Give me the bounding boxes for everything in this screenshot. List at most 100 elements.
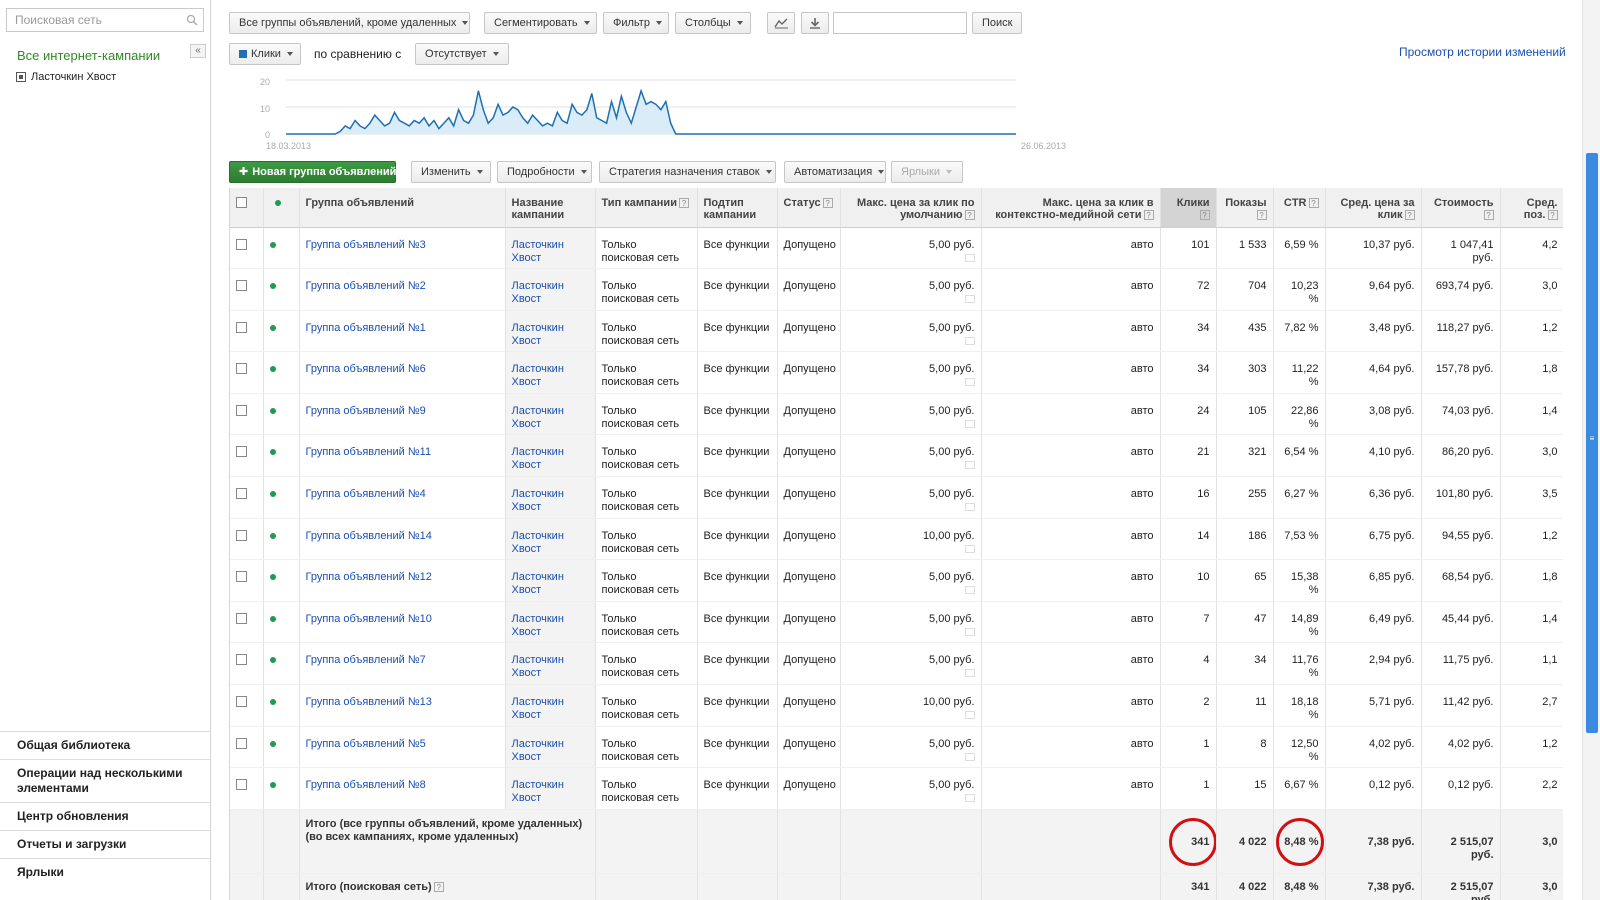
- max-cpc-cell[interactable]: 10,00 руб.: [840, 518, 982, 561]
- compare-dropdown[interactable]: Отсутствует: [415, 43, 509, 65]
- col-cost[interactable]: Стоимость?: [1421, 188, 1501, 228]
- row-checkbox[interactable]: [236, 488, 247, 500]
- campaign-name-link[interactable]: Ласточкин Хвост: [505, 434, 596, 478]
- edit-pencil-icon[interactable]: [964, 794, 975, 803]
- toggle-chart-button[interactable]: [767, 12, 795, 34]
- max-cpc-cell[interactable]: 5,00 руб.: [840, 227, 982, 270]
- edit-pencil-icon[interactable]: [964, 378, 975, 387]
- toolbar-search-input[interactable]: [833, 12, 967, 34]
- table-row[interactable]: Группа объявлений №7 Ласточкин Хвост Тол…: [230, 642, 1563, 686]
- col-avg-pos[interactable]: Сред. поз.?: [1500, 188, 1563, 228]
- table-row[interactable]: Группа объявлений №8 Ласточкин Хвост Тол…: [230, 767, 1563, 810]
- edit-pencil-icon[interactable]: [964, 461, 975, 470]
- nav-update-center[interactable]: Центр обновления: [0, 802, 210, 830]
- ad-group-name-link[interactable]: Группа объявлений №11: [299, 434, 506, 478]
- max-cpc-cell[interactable]: 5,00 руб.: [840, 434, 982, 478]
- select-all-checkbox[interactable]: [236, 197, 247, 208]
- campaign-name-link[interactable]: Ласточкин Хвост: [505, 767, 596, 810]
- collapse-sidebar-button[interactable]: «: [190, 44, 206, 58]
- scrollbar-thumb[interactable]: ≡: [1586, 153, 1598, 733]
- sidebar-search-input[interactable]: [6, 8, 204, 32]
- max-cpc-cell[interactable]: 5,00 руб.: [840, 601, 982, 644]
- row-checkbox[interactable]: [236, 779, 247, 791]
- col-impressions[interactable]: Показы?: [1216, 188, 1274, 228]
- row-checkbox[interactable]: [236, 363, 247, 375]
- help-icon[interactable]: ?: [1143, 210, 1154, 220]
- col-ctr[interactable]: CTR?: [1273, 188, 1326, 228]
- ad-group-name-link[interactable]: Группа объявлений №1: [299, 310, 506, 353]
- edit-pencil-icon[interactable]: [964, 586, 975, 595]
- download-button[interactable]: [801, 12, 829, 34]
- table-row[interactable]: Группа объявлений №12 Ласточкин Хвост То…: [230, 559, 1563, 602]
- max-cpc-cell[interactable]: 5,00 руб.: [840, 393, 982, 436]
- edit-pencil-icon[interactable]: [964, 752, 975, 761]
- help-icon[interactable]: ?: [1308, 198, 1319, 208]
- col-clicks[interactable]: Клики?: [1160, 188, 1217, 228]
- campaign-name-link[interactable]: Ласточкин Хвост: [505, 310, 596, 353]
- col-campaign-type[interactable]: Тип кампании?: [595, 188, 698, 228]
- campaign-name-link[interactable]: Ласточкин Хвост: [505, 518, 596, 561]
- campaign-name-link[interactable]: Ласточкин Хвост: [505, 684, 596, 727]
- row-checkbox[interactable]: [236, 446, 247, 458]
- col-campaign-subtype[interactable]: Подтип кампании: [697, 188, 778, 228]
- edit-pencil-icon[interactable]: [964, 336, 975, 345]
- metric-dropdown[interactable]: Клики: [229, 43, 301, 65]
- table-row[interactable]: Группа объявлений №14 Ласточкин Хвост То…: [230, 518, 1563, 561]
- max-cpc-cell[interactable]: 5,00 руб.: [840, 476, 982, 519]
- ad-group-name-link[interactable]: Группа объявлений №2: [299, 268, 506, 311]
- edit-pencil-icon[interactable]: [964, 627, 975, 636]
- max-cpc-cell[interactable]: 5,00 руб.: [840, 268, 982, 311]
- ad-group-name-link[interactable]: Группа объявлений №6: [299, 351, 506, 394]
- campaign-name-link[interactable]: Ласточкин Хвост: [505, 393, 596, 436]
- table-row[interactable]: Группа объявлений №2 Ласточкин Хвост Тол…: [230, 268, 1563, 311]
- details-dropdown[interactable]: Подробности: [497, 161, 592, 183]
- columns-dropdown[interactable]: Столбцы: [675, 12, 751, 34]
- segment-dropdown[interactable]: Сегментировать: [484, 12, 597, 34]
- table-row[interactable]: Группа объявлений №4 Ласточкин Хвост Тол…: [230, 476, 1563, 519]
- filter-dropdown[interactable]: Фильтр: [603, 12, 669, 34]
- labels-dropdown[interactable]: Ярлыки: [891, 161, 963, 183]
- col-campaign[interactable]: Название кампании: [505, 188, 596, 228]
- row-checkbox[interactable]: [236, 612, 247, 624]
- nav-reports-downloads[interactable]: Отчеты и загрузки: [0, 830, 210, 858]
- help-icon[interactable]: ?: [964, 210, 975, 220]
- help-icon[interactable]: ?: [678, 198, 689, 208]
- campaign-tree-item[interactable]: Ласточкин Хвост: [16, 71, 116, 83]
- campaign-name-link[interactable]: Ласточкин Хвост: [505, 476, 596, 519]
- max-cpc-cell[interactable]: 5,00 руб.: [840, 726, 982, 769]
- edit-pencil-icon[interactable]: [964, 295, 975, 304]
- ad-group-name-link[interactable]: Группа объявлений №8: [299, 767, 506, 810]
- ad-group-name-link[interactable]: Группа объявлений №12: [299, 559, 506, 602]
- campaign-name-link[interactable]: Ласточкин Хвост: [505, 726, 596, 769]
- row-checkbox[interactable]: [236, 571, 247, 583]
- edit-pencil-icon[interactable]: [964, 253, 975, 262]
- ad-group-name-link[interactable]: Группа объявлений №4: [299, 476, 506, 519]
- help-icon[interactable]: ?: [1547, 210, 1558, 220]
- all-campaigns-link[interactable]: Все интернет-кампании: [17, 48, 160, 63]
- nav-labels[interactable]: Ярлыки: [0, 858, 210, 886]
- row-checkbox[interactable]: [236, 238, 247, 250]
- help-icon[interactable]: ?: [1404, 210, 1415, 220]
- edit-pencil-icon[interactable]: [964, 669, 975, 678]
- table-row[interactable]: Группа объявлений №1 Ласточкин Хвост Тол…: [230, 310, 1563, 353]
- col-max-cpc-display[interactable]: Макс. цена за клик в контекстно-медийной…: [981, 188, 1161, 228]
- automation-dropdown[interactable]: Автоматизация: [784, 161, 886, 183]
- help-icon[interactable]: ?: [1256, 210, 1267, 220]
- col-status[interactable]: Статус?: [777, 188, 841, 228]
- max-cpc-cell[interactable]: 5,00 руб.: [840, 559, 982, 602]
- max-cpc-cell[interactable]: 10,00 руб.: [840, 684, 982, 727]
- ad-group-name-link[interactable]: Группа объявлений №10: [299, 601, 506, 644]
- help-icon[interactable]: ?: [433, 881, 444, 892]
- campaign-name-link[interactable]: Ласточкин Хвост: [505, 268, 596, 311]
- table-row[interactable]: Группа объявлений №9 Ласточкин Хвост Тол…: [230, 393, 1563, 436]
- edit-pencil-icon[interactable]: [964, 711, 975, 720]
- help-icon[interactable]: ?: [1199, 210, 1210, 220]
- ad-group-name-link[interactable]: Группа объявлений №13: [299, 684, 506, 727]
- table-row[interactable]: Группа объявлений №11 Ласточкин Хвост То…: [230, 434, 1563, 478]
- table-row[interactable]: Группа объявлений №10 Ласточкин Хвост То…: [230, 601, 1563, 644]
- edit-pencil-icon[interactable]: [964, 419, 975, 428]
- campaign-name-link[interactable]: Ласточкин Хвост: [505, 559, 596, 602]
- row-checkbox[interactable]: [236, 696, 247, 708]
- row-checkbox[interactable]: [236, 404, 247, 416]
- ad-group-name-link[interactable]: Группа объявлений №14: [299, 518, 506, 561]
